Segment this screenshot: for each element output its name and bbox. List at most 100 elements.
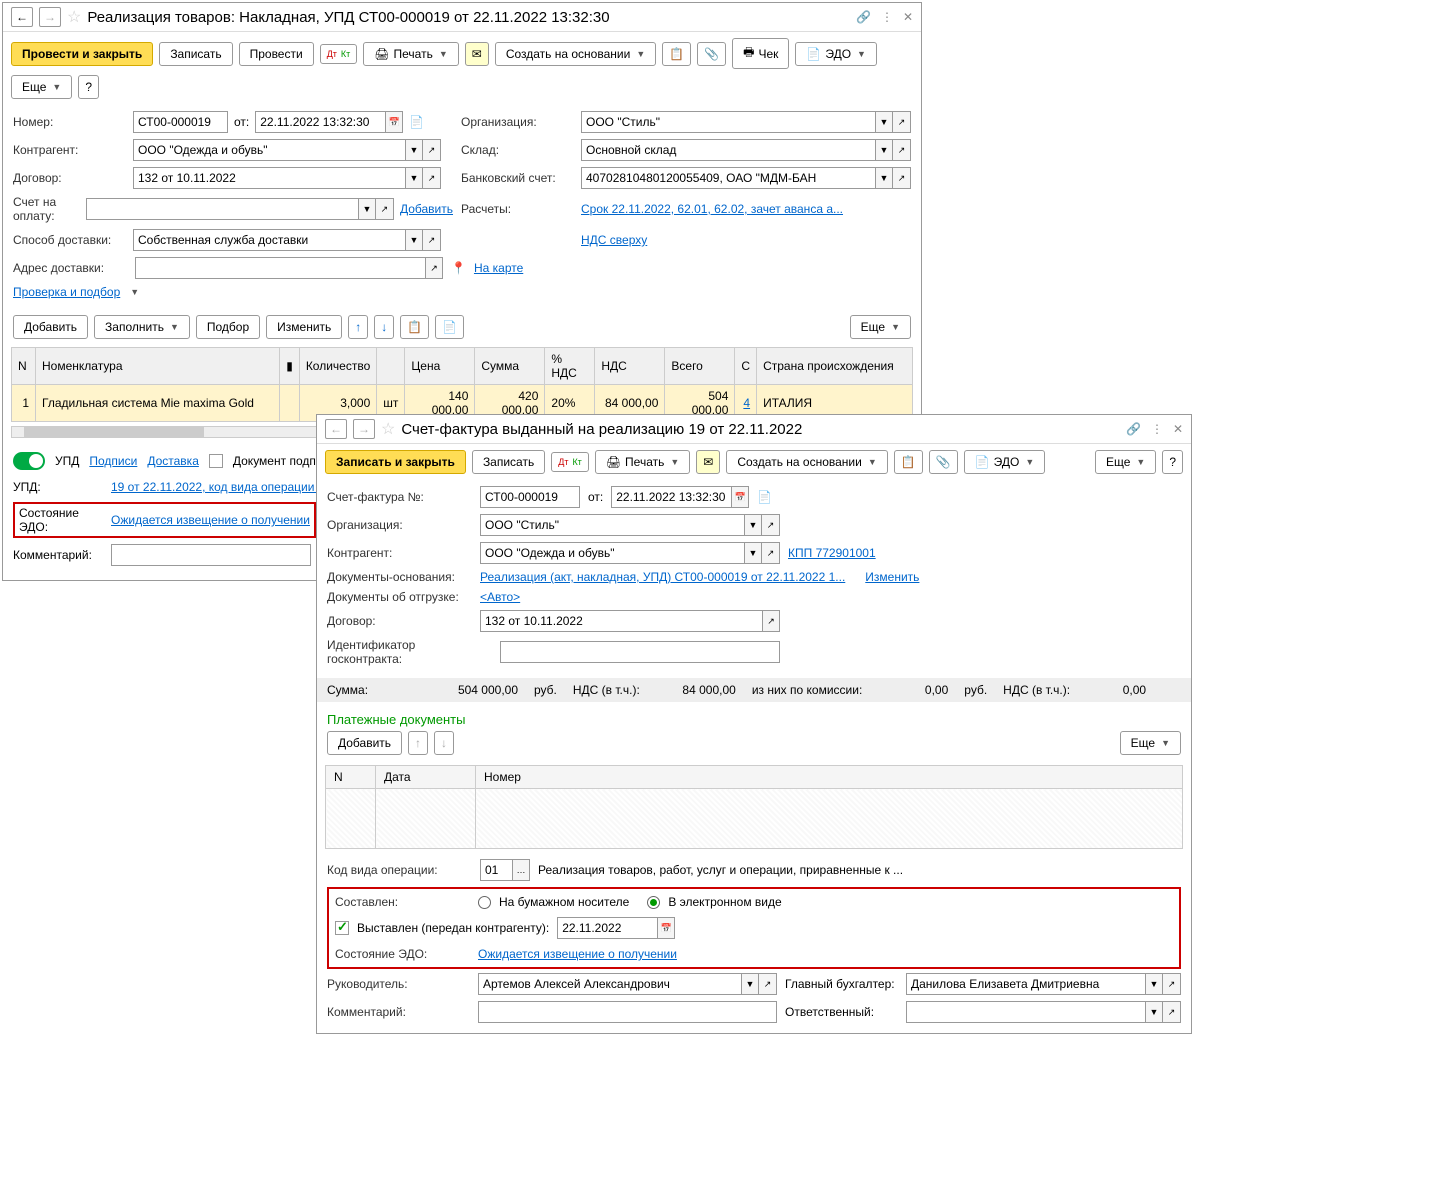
check-select-link[interactable]: Проверка и подбор <box>13 285 120 299</box>
map-link[interactable]: На карте <box>474 261 523 275</box>
dtkt-button[interactable]: ДтКт <box>320 44 358 64</box>
dropdown-icon[interactable]: ▼ <box>875 111 893 133</box>
edo-link[interactable]: Ожидается извещение о получении <box>111 513 310 527</box>
fill-button[interactable]: Заполнить▼ <box>94 315 190 339</box>
col-date[interactable]: Дата <box>376 766 476 789</box>
number-input[interactable] <box>133 111 228 133</box>
menu-icon[interactable]: ⋮ <box>1151 422 1163 436</box>
table-more-button[interactable]: Еще▼ <box>850 315 911 339</box>
help-button[interactable]: ? <box>1162 450 1183 474</box>
dropdown-icon[interactable]: ▼ <box>744 542 762 564</box>
col-num[interactable]: Номер <box>476 766 1183 789</box>
col-nom[interactable]: Номенклатура <box>36 348 280 385</box>
dropdown-icon[interactable]: ▼ <box>744 514 762 536</box>
col-vat[interactable]: НДС <box>595 348 665 385</box>
upd-toggle[interactable] <box>13 452 45 470</box>
help-button[interactable]: ? <box>78 75 99 99</box>
more-button[interactable]: Еще▼ <box>1095 450 1156 474</box>
vat-link[interactable]: НДС сверху <box>581 233 647 247</box>
col-s[interactable]: С <box>735 348 757 385</box>
org-input[interactable] <box>480 514 744 536</box>
back-button[interactable]: ← <box>11 7 33 27</box>
edo-button[interactable]: 📄 ЭДО▼ <box>795 42 877 66</box>
create-based-button[interactable]: Создать на основании▼ <box>726 450 887 474</box>
addr-input[interactable] <box>135 257 425 279</box>
forward-button[interactable]: → <box>39 7 61 27</box>
bank-input[interactable] <box>581 167 875 189</box>
add-link[interactable]: Добавить <box>400 202 453 216</box>
menu-icon[interactable]: ⋮ <box>881 10 893 24</box>
close-icon[interactable]: ✕ <box>903 10 913 24</box>
gos-input[interactable] <box>500 641 780 663</box>
open-icon[interactable]: ↗ <box>762 542 780 564</box>
upd-link[interactable]: 19 от 22.11.2022, код вида операции 01 <box>111 480 331 494</box>
open-icon[interactable]: ↗ <box>423 167 441 189</box>
edit-link[interactable]: Изменить <box>865 570 919 584</box>
delivery-input[interactable] <box>133 229 405 251</box>
sent-checkbox[interactable] <box>335 921 349 935</box>
open-icon[interactable]: ↗ <box>762 610 780 632</box>
col-vatpct[interactable]: % НДС <box>545 348 595 385</box>
add-row-button[interactable]: Добавить <box>13 315 88 339</box>
head-input[interactable] <box>478 973 741 995</box>
move-down-button[interactable]: ↓ <box>374 315 394 339</box>
col-sum[interactable]: Сумма <box>475 348 545 385</box>
opcode-input[interactable] <box>480 859 512 881</box>
contract-input[interactable] <box>480 610 762 632</box>
paste-button[interactable]: 📄 <box>435 315 464 339</box>
dropdown-icon[interactable]: ▼ <box>358 198 376 220</box>
date-input[interactable] <box>255 111 385 133</box>
attach-button[interactable]: 📎 <box>929 450 958 474</box>
comment-input[interactable] <box>111 544 311 566</box>
col-n[interactable]: N <box>12 348 36 385</box>
favorite-icon[interactable]: ☆ <box>381 419 395 439</box>
col-barcode-icon[interactable]: ▮ <box>280 348 300 385</box>
open-icon[interactable]: ↗ <box>1163 973 1181 995</box>
col-price[interactable]: Цена <box>405 348 475 385</box>
select-icon[interactable]: … <box>512 859 530 881</box>
save-close-button[interactable]: Записать и закрыть <box>325 450 466 474</box>
partner-input[interactable] <box>133 139 405 161</box>
dropdown-icon[interactable]: ▼ <box>741 973 759 995</box>
calc-link[interactable]: Срок 22.11.2022, 62.01, 62.02, зачет ава… <box>581 202 843 216</box>
open-icon[interactable]: ↗ <box>893 139 911 161</box>
open-icon[interactable]: ↗ <box>759 973 777 995</box>
link-icon[interactable]: 🔗 <box>1126 422 1141 436</box>
save-button[interactable]: Записать <box>159 42 232 66</box>
favorite-icon[interactable]: ☆ <box>67 7 81 27</box>
acc-input[interactable] <box>906 973 1145 995</box>
edit-button[interactable]: Изменить <box>266 315 342 339</box>
open-icon[interactable]: ↗ <box>425 257 443 279</box>
basis-link[interactable]: Реализация (акт, накладная, УПД) СТ00-00… <box>480 570 845 584</box>
select-button[interactable]: Подбор <box>196 315 260 339</box>
delivery-link[interactable]: Доставка <box>147 454 199 468</box>
partner-input[interactable] <box>480 542 744 564</box>
calendar-icon[interactable]: 📅 <box>731 486 749 508</box>
email-button[interactable]: ✉ <box>696 450 720 474</box>
calendar-icon[interactable]: 📅 <box>657 917 675 939</box>
post-close-button[interactable]: Провести и закрыть <box>11 42 153 66</box>
signs-link[interactable]: Подписи <box>89 454 137 468</box>
dropdown-icon[interactable]: ▼ <box>875 139 893 161</box>
structure-button[interactable]: 📋 <box>894 450 923 474</box>
close-icon[interactable]: ✕ <box>1173 422 1183 436</box>
more-button[interactable]: Еще▼ <box>11 75 72 99</box>
table-row[interactable] <box>326 789 1183 849</box>
comment-input[interactable] <box>478 1001 777 1023</box>
payments-more-button[interactable]: Еще▼ <box>1120 731 1181 755</box>
sent-date-input[interactable] <box>557 917 657 939</box>
add-payment-button[interactable]: Добавить <box>327 731 402 755</box>
open-icon[interactable]: ↗ <box>893 111 911 133</box>
signed-checkbox[interactable] <box>209 454 223 468</box>
print-button[interactable]: 🖨 Печать▼ <box>363 42 458 66</box>
link-icon[interactable]: 🔗 <box>856 10 871 24</box>
date-input[interactable] <box>611 486 731 508</box>
save-button[interactable]: Записать <box>472 450 545 474</box>
electronic-radio[interactable] <box>647 896 660 909</box>
email-button[interactable]: ✉ <box>465 42 489 66</box>
move-up-button[interactable]: ↑ <box>408 731 428 755</box>
dropdown-icon[interactable]: ▼ <box>875 167 893 189</box>
structure-button[interactable]: 📋 <box>662 42 691 66</box>
dropdown-icon[interactable]: ▼ <box>405 229 423 251</box>
open-icon[interactable]: ↗ <box>423 229 441 251</box>
